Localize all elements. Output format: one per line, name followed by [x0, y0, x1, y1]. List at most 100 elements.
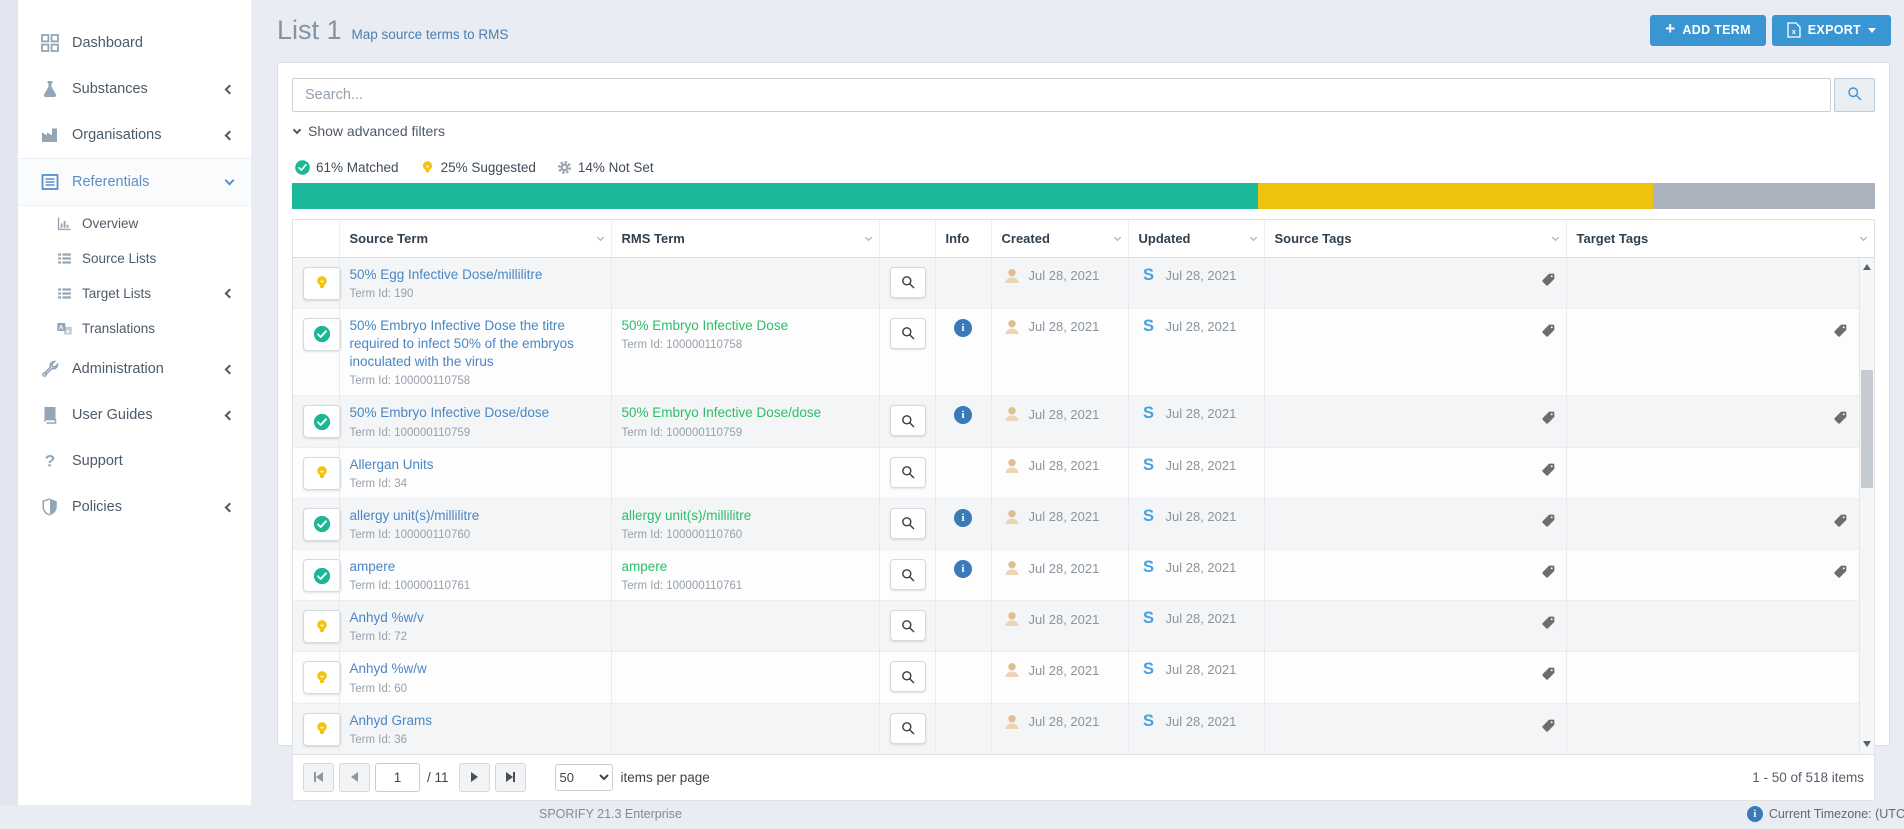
source-term-link[interactable]: 50% Embryo Infective Dose/dose — [350, 404, 601, 422]
rms-term-text: allergy unit(s)/millilitre — [622, 507, 869, 525]
suggested-status-button[interactable] — [303, 713, 341, 746]
sidebar-item-support[interactable]: ?Support — [18, 438, 251, 484]
next-page-button[interactable] — [459, 763, 490, 792]
info-icon[interactable]: i — [954, 560, 972, 578]
sidebar-item-overview[interactable]: Overview — [18, 206, 251, 241]
column-header-rms-term[interactable]: RMS Term — [611, 220, 879, 257]
column-header-updated[interactable]: Updated — [1128, 220, 1264, 257]
source-term-id: Term Id: 36 — [350, 734, 601, 746]
bulb-icon — [419, 159, 436, 176]
magnifier-icon — [900, 567, 916, 583]
created-date: Jul 28, 2021 — [1029, 268, 1100, 283]
suggested-status-button[interactable] — [303, 661, 341, 694]
page-number-input[interactable] — [375, 763, 420, 792]
add-term-button[interactable]: + ADD TERM — [1650, 15, 1766, 46]
system-logo-icon: S — [1139, 712, 1159, 731]
tag-icon — [1833, 410, 1848, 425]
created-date: Jul 28, 2021 — [1029, 458, 1100, 473]
preview-term-button[interactable] — [890, 713, 926, 744]
updated-cell: SJul 28, 2021 — [1139, 317, 1254, 336]
matched-status-button[interactable] — [303, 405, 341, 438]
left-strip — [0, 0, 18, 805]
created-date: Jul 28, 2021 — [1029, 561, 1100, 576]
preview-term-button[interactable] — [890, 457, 926, 488]
preview-term-button[interactable] — [890, 508, 926, 539]
tag-icon — [1541, 615, 1556, 630]
timezone-area: i Current Timezone: (UTC+00:00) Dublin, … — [1747, 806, 1904, 822]
matched-status-button[interactable] — [303, 508, 341, 541]
sidebar-item-substances[interactable]: Substances — [18, 66, 251, 112]
column-menu-icon[interactable] — [1249, 234, 1256, 241]
source-term-link[interactable]: allergy unit(s)/millilitre — [350, 507, 601, 525]
table-body: 50% Egg Infective Dose/millilitre Term Id… — [293, 257, 1874, 754]
updated-date: Jul 28, 2021 — [1166, 560, 1237, 575]
suggested-status-button[interactable] — [303, 457, 341, 490]
preview-term-button[interactable] — [890, 405, 926, 436]
search-input[interactable] — [292, 78, 1831, 112]
sidebar-item-dashboard[interactable]: Dashboard — [18, 20, 251, 66]
suggested-status-button[interactable] — [303, 267, 341, 300]
updated-cell: SJul 28, 2021 — [1139, 558, 1254, 577]
sidebar-item-user-guides[interactable]: User Guides — [18, 392, 251, 438]
sidebar-item-organisations[interactable]: Organisations — [18, 112, 251, 158]
column-header-created[interactable]: Created — [991, 220, 1128, 257]
sidebar-item-policies[interactable]: Policies — [18, 484, 251, 530]
bulb-icon — [313, 669, 331, 687]
column-menu-icon[interactable] — [1860, 234, 1867, 241]
table-row: Anhyd GramsTerm Id: 36Jul 28, 2021SJul 2… — [293, 703, 1874, 754]
column-menu-icon[interactable] — [864, 234, 871, 241]
scrollbar-thumb[interactable] — [1861, 370, 1873, 488]
preview-term-button[interactable] — [890, 318, 926, 349]
info-icon[interactable]: i — [954, 509, 972, 527]
info-icon[interactable]: i — [954, 319, 972, 337]
last-page-button[interactable] — [495, 763, 526, 792]
source-term-link[interactable]: Allergan Units — [350, 456, 601, 474]
sidebar-item-administration[interactable]: Administration — [18, 346, 251, 392]
preview-term-button[interactable] — [890, 267, 926, 298]
next-page-icon — [471, 772, 478, 782]
export-button[interactable]: x EXPORT — [1772, 15, 1891, 46]
source-term-link[interactable]: Anhyd %w/v — [350, 609, 601, 627]
source-term-link[interactable]: Anhyd %w/w — [350, 660, 601, 678]
column-header-status — [293, 220, 339, 257]
search-button[interactable] — [1834, 78, 1875, 112]
source-term-link[interactable]: 50% Egg Infective Dose/millilitre — [350, 266, 601, 284]
column-header-source-tags[interactable]: Source Tags — [1264, 220, 1566, 257]
sidebar-item-source-lists[interactable]: Source Lists — [18, 241, 251, 276]
source-term-link[interactable]: ampere — [350, 558, 601, 576]
magnifier-icon — [900, 618, 916, 634]
source-term-link[interactable]: 50% Embryo Infective Dose the titre requ… — [350, 317, 601, 372]
tag-icon — [1541, 718, 1556, 733]
first-page-button[interactable] — [303, 763, 334, 792]
column-menu-icon[interactable] — [1551, 234, 1558, 241]
updated-cell: SJul 28, 2021 — [1139, 609, 1254, 628]
sidebar-item-referentials[interactable]: Referentials — [18, 158, 251, 206]
source-term-id: Term Id: 34 — [350, 478, 601, 490]
vertical-scrollbar[interactable] — [1859, 258, 1874, 753]
info-icon[interactable]: i — [954, 406, 972, 424]
column-menu-icon[interactable] — [1113, 234, 1120, 241]
timezone-label: Current Timezone: (UTC+00:00) Dublin, Ed… — [1769, 807, 1904, 821]
scroll-down-icon[interactable] — [1863, 741, 1871, 747]
matched-status-button[interactable] — [303, 559, 341, 592]
suggested-status-button[interactable] — [303, 610, 341, 643]
prev-page-button[interactable] — [339, 763, 370, 792]
source-term-link[interactable]: Anhyd Grams — [350, 712, 601, 730]
updated-cell: SJul 28, 2021 — [1139, 404, 1254, 423]
scroll-up-icon[interactable] — [1863, 264, 1871, 270]
column-menu-icon[interactable] — [596, 234, 603, 241]
created-cell: Jul 28, 2021 — [1002, 558, 1118, 578]
column-header-source-term[interactable]: Source Term — [339, 220, 611, 257]
preview-term-button[interactable] — [890, 610, 926, 641]
sidebar-item-translations[interactable]: AaTranslations — [18, 311, 251, 346]
page-size-select[interactable]: 50 — [555, 764, 613, 791]
sidebar-item-target-lists[interactable]: Target Lists — [18, 276, 251, 311]
preview-term-button[interactable] — [890, 559, 926, 590]
preview-term-button[interactable] — [890, 661, 926, 692]
matched-status-button[interactable] — [303, 318, 341, 351]
sidebar-item-label: Substances — [72, 81, 226, 97]
column-header-target-tags[interactable]: Target Tags — [1566, 220, 1874, 257]
prev-page-icon — [351, 772, 358, 782]
advanced-filters-toggle[interactable]: Show advanced filters — [294, 123, 1875, 139]
page-header: List 1 Map source terms to RMS + ADD TER… — [251, 0, 1904, 60]
